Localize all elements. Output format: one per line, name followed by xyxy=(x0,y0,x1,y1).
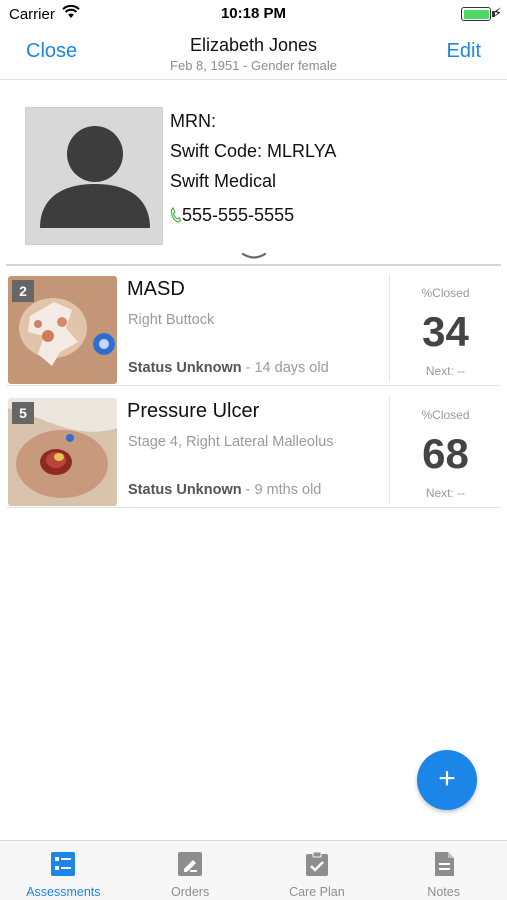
patient-header: MRN: Swift Code: MLRLYA Swift Medical 55… xyxy=(0,80,507,266)
swift-code: Swift Code: MLRLYA xyxy=(170,141,337,161)
tab-label: Care Plan xyxy=(289,885,345,899)
care-plan-icon xyxy=(305,851,328,876)
phone-row[interactable]: 555-555-5555 xyxy=(170,200,336,230)
percent-closed-label: %Closed xyxy=(421,408,470,422)
tab-assessments[interactable]: Assessments xyxy=(0,841,127,900)
person-silhouette-icon xyxy=(40,126,150,228)
wound-row[interactable]: 5 Pressure Ulcer Stage 4, Right Lateral … xyxy=(6,396,501,508)
next-assessment: Next: -- xyxy=(425,364,466,378)
percent-closed-value: 68 xyxy=(422,430,469,477)
tab-label: Notes xyxy=(427,885,460,899)
wound-age: - 9 mths old xyxy=(241,482,322,498)
patient-dob-gender: Feb 8, 1951 - Gender female xyxy=(170,58,337,73)
wound-location: Stage 4, Right Lateral Malleolus xyxy=(128,434,334,450)
tab-care-plan[interactable]: Care Plan xyxy=(254,841,381,900)
orders-icon xyxy=(178,852,203,876)
patient-name-title: Elizabeth Jones xyxy=(189,35,318,55)
phone-number: 555-555-5555 xyxy=(182,205,295,225)
add-assessment-button[interactable]: + xyxy=(417,750,477,810)
plus-icon: + xyxy=(438,762,456,795)
navigation-bar: Close Elizabeth Jones Feb 8, 1951 - Gend… xyxy=(0,28,507,80)
notes-icon xyxy=(434,852,454,876)
wound-stats: %Closed 34 Next: -- xyxy=(389,274,501,382)
header-divider xyxy=(6,264,501,266)
wound-row[interactable]: 2 MASD Right Buttock Status Unknown - 14… xyxy=(6,274,501,386)
facility-name: Swift Medical xyxy=(170,171,277,191)
wound-location: Right Buttock xyxy=(128,312,215,328)
edit-button[interactable]: Edit xyxy=(447,40,481,63)
chevron-down-icon[interactable] xyxy=(241,251,267,261)
wound-number-badge: 2 xyxy=(12,280,34,302)
tab-bar: Assessments Orders Care Plan Notes xyxy=(0,840,507,900)
wound-number-badge: 5 xyxy=(12,402,34,424)
wound-photo: 2 xyxy=(8,276,117,384)
percent-closed-label: %Closed xyxy=(421,286,470,300)
wound-status: Status Unknown xyxy=(128,482,242,498)
assessments-icon xyxy=(51,852,76,876)
wound-stats: %Closed 68 Next: -- xyxy=(389,396,501,504)
tab-label: Orders xyxy=(171,885,210,899)
phone-icon xyxy=(170,207,181,223)
charging-icon: ⚡ xyxy=(492,5,502,20)
wound-type: Pressure Ulcer xyxy=(127,400,260,422)
percent-closed-value: 34 xyxy=(422,308,469,355)
status-bar: Carrier 10:18 PM ⚡ xyxy=(0,0,507,28)
next-assessment: Next: -- xyxy=(425,486,466,500)
tab-label: Assessments xyxy=(26,885,101,899)
battery-icon xyxy=(461,7,491,21)
wound-type: MASD xyxy=(127,278,185,300)
clock: 10:18 PM xyxy=(220,5,287,22)
wound-photo: 5 xyxy=(8,398,117,506)
tab-orders[interactable]: Orders xyxy=(127,841,254,900)
avatar xyxy=(25,107,163,245)
wound-status-line: Status Unknown - 9 mths old xyxy=(128,482,321,498)
wound-status: Status Unknown xyxy=(128,360,242,376)
mrn-label: MRN: xyxy=(170,111,216,131)
wound-status-line: Status Unknown - 14 days old xyxy=(128,360,329,376)
tab-notes[interactable]: Notes xyxy=(380,841,507,900)
patient-info: MRN: Swift Code: MLRLYA Swift Medical 55… xyxy=(170,110,336,230)
wound-age: - 14 days old xyxy=(241,360,329,376)
